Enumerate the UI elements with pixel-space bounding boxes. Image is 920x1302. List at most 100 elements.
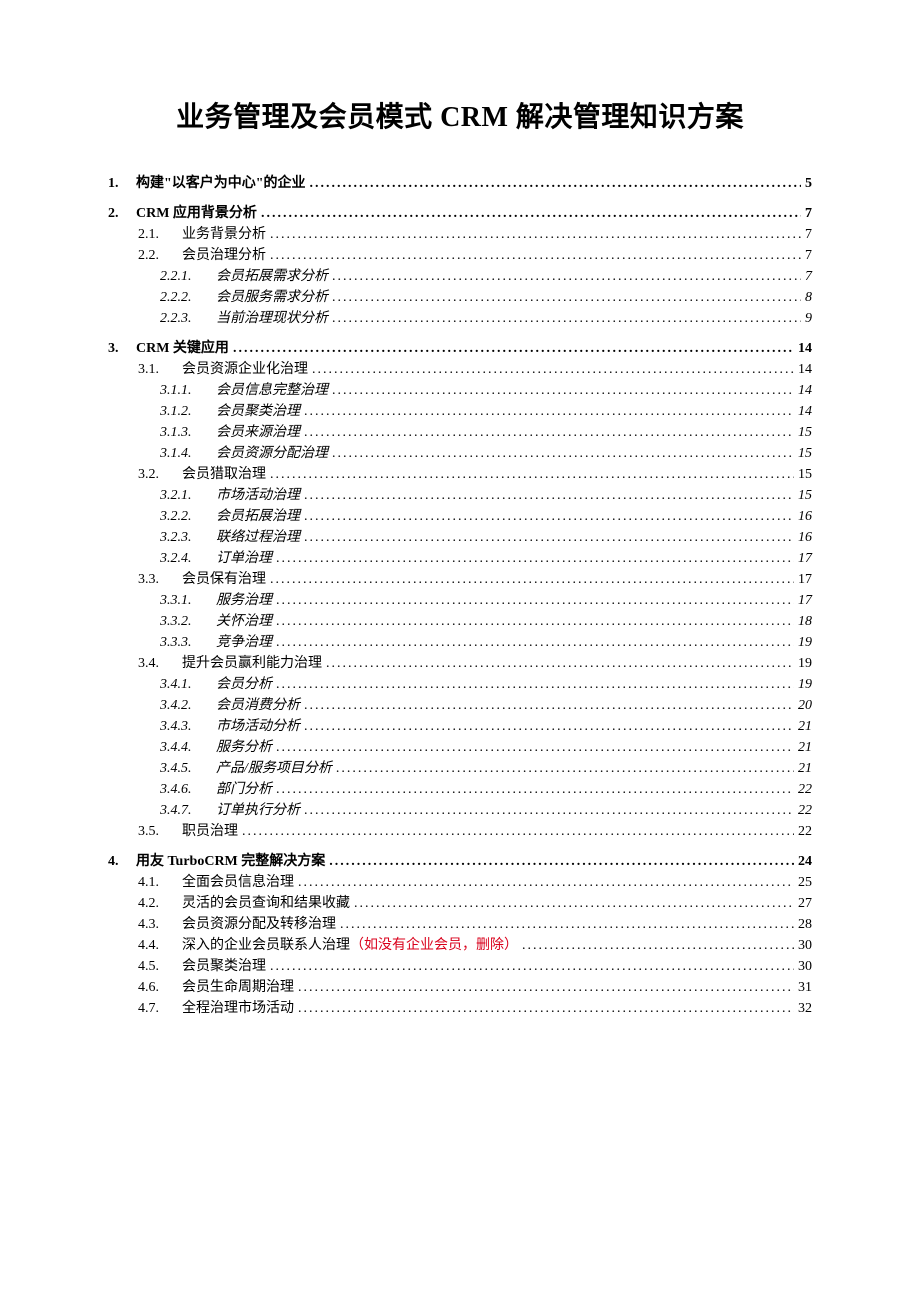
toc-entry[interactable]: 4.3.会员资源分配及转移治理28 xyxy=(138,918,812,932)
toc-leader xyxy=(304,405,794,419)
toc-leader xyxy=(304,426,794,440)
toc-text: 用友 TurboCRM 完整解决方案 xyxy=(136,855,325,869)
toc-number: 4. xyxy=(108,855,136,869)
toc-page: 21 xyxy=(798,741,812,755)
toc-entry[interactable]: 4.4.深入的企业会员联系人治理（如没有企业会员，删除）30 xyxy=(138,939,812,953)
toc-entry[interactable]: 3.2.2.会员拓展治理16 xyxy=(160,510,812,524)
toc-entry[interactable]: 3.4.7.订单执行分析22 xyxy=(160,804,812,818)
toc-entry[interactable]: 3.4.6.部门分析22 xyxy=(160,783,812,797)
toc-entry[interactable]: 2.2.1.会员拓展需求分析7 xyxy=(160,270,812,284)
toc-page: 17 xyxy=(798,573,812,587)
toc-entry[interactable]: 3.4.5.产品/服务项目分析21 xyxy=(160,762,812,776)
toc-entry[interactable]: 3.3.1.服务治理17 xyxy=(160,594,812,608)
toc-entry[interactable]: 3.3.2.关怀治理18 xyxy=(160,615,812,629)
toc-leader xyxy=(276,783,794,797)
toc-leader xyxy=(336,762,794,776)
toc-number: 3.3.3. xyxy=(160,636,216,650)
toc-entry[interactable]: 3.1.3.会员来源治理15 xyxy=(160,426,812,440)
toc-text: 会员拓展治理 xyxy=(216,510,300,524)
toc-entry[interactable]: 3.4.4.服务分析21 xyxy=(160,741,812,755)
toc-leader xyxy=(276,615,794,629)
toc-entry[interactable]: 3.2.4.订单治理17 xyxy=(160,552,812,566)
toc-entry[interactable]: 3.1.2.会员聚类治理14 xyxy=(160,405,812,419)
toc-page: 19 xyxy=(798,636,812,650)
toc-leader xyxy=(270,468,794,482)
toc-leader xyxy=(276,552,794,566)
toc-leader xyxy=(332,384,794,398)
toc-text: 服务分析 xyxy=(216,741,272,755)
toc-leader xyxy=(298,1002,794,1016)
toc-entry[interactable]: 3.4.2.会员消费分析20 xyxy=(160,699,812,713)
toc-entry[interactable]: 2.2.3.当前治理现状分析9 xyxy=(160,312,812,326)
toc-number: 4.4. xyxy=(138,939,182,953)
toc-entry[interactable]: 3.3.3.竞争治理19 xyxy=(160,636,812,650)
toc-entry[interactable]: 3.1.会员资源企业化治理14 xyxy=(138,363,812,377)
toc-text: 构建"以客户为中心"的企业 xyxy=(136,177,306,191)
toc-text: 灵活的会员查询和结果收藏 xyxy=(182,897,350,911)
toc-entry[interactable]: 3.1.1.会员信息完整治理14 xyxy=(160,384,812,398)
toc-page: 21 xyxy=(798,720,812,734)
toc-number: 3.3. xyxy=(138,573,182,587)
toc-entry[interactable]: 4.5.会员聚类治理 30 xyxy=(138,960,812,974)
toc-page: 30 xyxy=(798,960,812,974)
toc-entry[interactable]: 4.7.全程治理市场活动32 xyxy=(138,1002,812,1016)
toc-entry[interactable]: 2.2.会员治理分析7 xyxy=(138,249,812,263)
toc-number: 3.4. xyxy=(138,657,182,671)
toc-entry[interactable]: 4.2.灵活的会员查询和结果收藏27 xyxy=(138,897,812,911)
toc-page: 9 xyxy=(805,312,812,326)
toc-page: 28 xyxy=(798,918,812,932)
toc-text: 联络过程治理 xyxy=(216,531,300,545)
toc-page: 7 xyxy=(805,228,812,242)
toc-leader xyxy=(332,270,801,284)
toc-entry[interactable]: 2.2.2.会员服务需求分析8 xyxy=(160,291,812,305)
toc-number: 3. xyxy=(108,342,136,356)
toc-number: 4.7. xyxy=(138,1002,182,1016)
toc-entry[interactable]: 3.1.4.会员资源分配治理15 xyxy=(160,447,812,461)
toc-leader xyxy=(332,447,794,461)
toc-entry[interactable]: 3.5.职员治理22 xyxy=(138,825,812,839)
toc-page: 7 xyxy=(805,207,812,221)
toc-page: 15 xyxy=(798,468,812,482)
toc-number: 3.3.1. xyxy=(160,594,216,608)
toc-text: 深入的企业会员联系人治理 xyxy=(182,939,350,953)
toc-page: 16 xyxy=(798,531,812,545)
toc-page: 25 xyxy=(798,876,812,890)
toc-number: 4.5. xyxy=(138,960,182,974)
toc-text: 会员聚类治理 xyxy=(182,960,266,974)
toc-entry[interactable]: 3.2.1.市场活动治理15 xyxy=(160,489,812,503)
toc-text: 订单治理 xyxy=(216,552,272,566)
toc-entry[interactable]: 4.6.会员生命周期治理31 xyxy=(138,981,812,995)
toc-entry[interactable]: 3.2.3.联络过程治理16 xyxy=(160,531,812,545)
toc-leader xyxy=(326,657,794,671)
toc-leader xyxy=(312,363,794,377)
toc-entry[interactable]: 4.1.全面会员信息治理25 xyxy=(138,876,812,890)
toc-text: 职员治理 xyxy=(182,825,238,839)
toc-page: 15 xyxy=(798,489,812,503)
toc-entry[interactable]: 2.1.业务背景分析7 xyxy=(138,228,812,242)
toc-leader xyxy=(332,291,801,305)
toc-entry[interactable]: 3.CRM 关键应用14 xyxy=(108,342,812,356)
toc-leader xyxy=(304,489,794,503)
toc-number: 3.2.1. xyxy=(160,489,216,503)
toc-page: 31 xyxy=(798,981,812,995)
toc-entry[interactable]: 1.构建"以客户为中心"的企业5 xyxy=(108,177,812,191)
toc-leader xyxy=(522,939,794,953)
toc-page: 19 xyxy=(798,657,812,671)
toc-text: 会员猎取治理 xyxy=(182,468,266,482)
toc-entry[interactable]: 3.4.1.会员分析19 xyxy=(160,678,812,692)
toc-text: 会员信息完整治理 xyxy=(216,384,328,398)
toc-number: 3.5. xyxy=(138,825,182,839)
toc-text: 产品/服务项目分析 xyxy=(216,762,332,776)
toc-text: 服务治理 xyxy=(216,594,272,608)
toc-entry[interactable]: 3.3.会员保有治理17 xyxy=(138,573,812,587)
toc-entry[interactable]: 3.2.会员猎取治理15 xyxy=(138,468,812,482)
toc-entry[interactable]: 2.CRM 应用背景分析7 xyxy=(108,207,812,221)
toc-entry[interactable]: 4.用友 TurboCRM 完整解决方案24 xyxy=(108,855,812,869)
toc-entry[interactable]: 3.4.提升会员赢利能力治理19 xyxy=(138,657,812,671)
toc-text: 会员资源分配治理 xyxy=(216,447,328,461)
toc-text: CRM 关键应用 xyxy=(136,342,229,356)
toc-number: 4.6. xyxy=(138,981,182,995)
toc-page: 14 xyxy=(798,405,812,419)
toc-text: 业务背景分析 xyxy=(182,228,266,242)
toc-entry[interactable]: 3.4.3.市场活动分析21 xyxy=(160,720,812,734)
